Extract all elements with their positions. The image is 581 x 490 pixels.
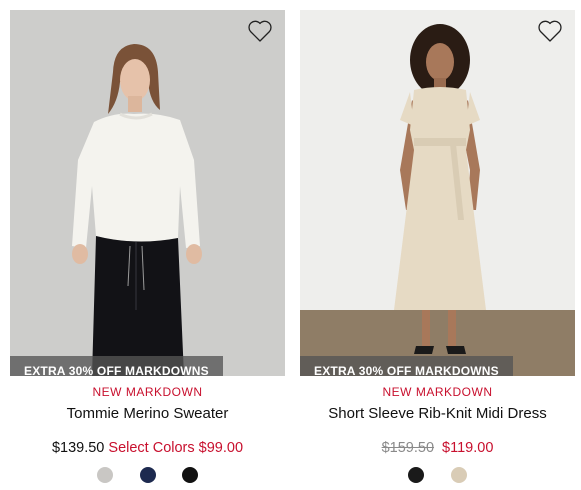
swatch-beige[interactable] — [450, 466, 467, 483]
promo-badge: EXTRA 30% OFF MARKDOWNS — [300, 356, 513, 376]
product-price: $159.50 $119.00 — [300, 440, 575, 456]
select-colors-label: Select Colors — [108, 440, 195, 456]
swatch-black[interactable] — [408, 466, 425, 483]
promo-badge: EXTRA 30% OFF MARKDOWNS — [10, 356, 223, 376]
product-card-rib-knit-midi-dress[interactable]: EXTRA 30% OFF MARKDOWNS NEW MARKDOWN Sho… — [300, 0, 575, 490]
product-price: $139.50 Select Colors $99.00 — [10, 440, 285, 456]
sale-price: $119.00 — [442, 440, 494, 456]
model-in-sweater-illustration — [10, 10, 285, 376]
regular-price: $139.50 — [51, 440, 105, 456]
swatch-light-gray[interactable] — [97, 466, 114, 483]
product-image[interactable]: EXTRA 30% OFF MARKDOWNS — [300, 10, 575, 376]
markdown-tag: NEW MARKDOWN — [92, 385, 203, 399]
product-card-tommie-merino-sweater[interactable]: EXTRA 30% OFF MARKDOWNS NEW MARKDOWN Tom… — [10, 0, 285, 490]
product-image[interactable]: EXTRA 30% OFF MARKDOWNS — [10, 10, 285, 376]
product-name[interactable]: Short Sleeve Rib-Knit Midi Dress — [300, 405, 575, 422]
product-name[interactable]: Tommie Merino Sweater — [10, 405, 285, 422]
swatch-navy[interactable] — [139, 466, 156, 483]
sale-price: $99.00 — [198, 440, 244, 456]
heart-outline-icon[interactable] — [537, 19, 563, 43]
color-swatches — [300, 466, 575, 484]
color-swatches — [10, 466, 285, 484]
markdown-tag: NEW MARKDOWN — [382, 385, 493, 399]
original-price: $159.50 — [381, 440, 435, 456]
swatch-black[interactable] — [181, 466, 198, 483]
heart-outline-icon[interactable] — [247, 19, 273, 43]
model-in-dress-illustration — [300, 10, 575, 376]
